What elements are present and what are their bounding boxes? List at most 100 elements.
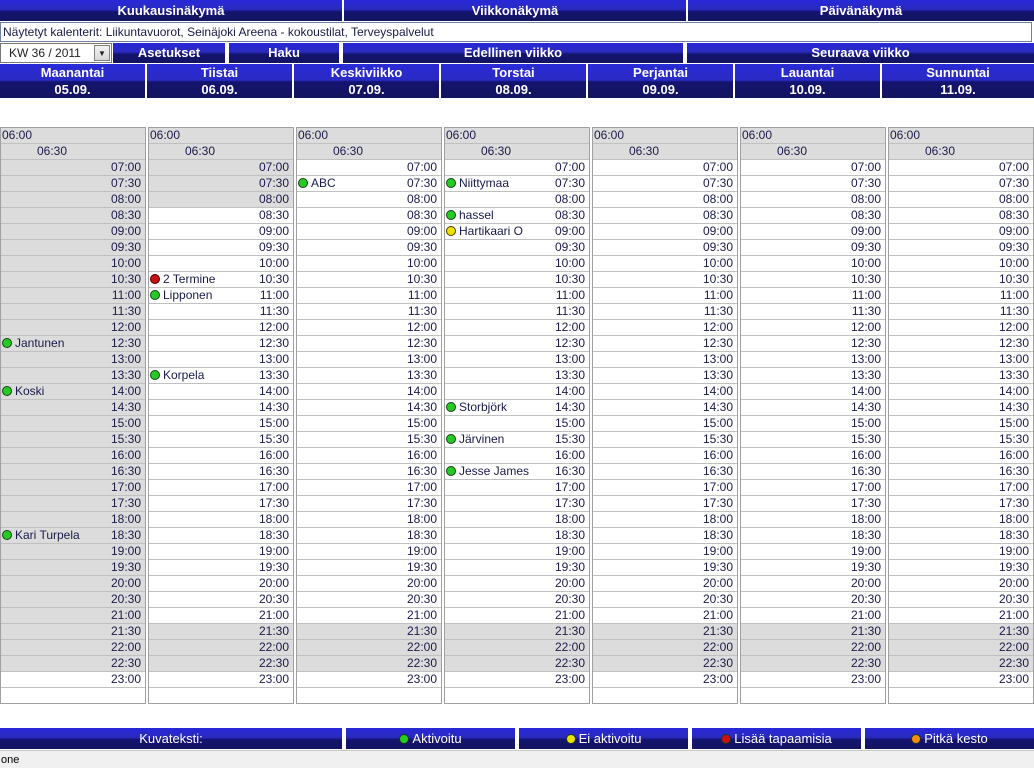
time-slot[interactable]: 13:00 xyxy=(889,352,1033,368)
time-slot[interactable]: 10:30 xyxy=(741,272,885,288)
time-slot[interactable]: 19:00 xyxy=(149,544,293,560)
time-slot[interactable]: 06:30 xyxy=(297,144,441,160)
time-slot[interactable]: 18:00 xyxy=(889,512,1033,528)
time-slot[interactable]: 13:30 xyxy=(889,368,1033,384)
time-slot[interactable]: 07:30 Niittymaa xyxy=(445,176,589,192)
time-slot[interactable]: 23:00 xyxy=(593,672,737,688)
calendar-event[interactable]: ABC xyxy=(298,176,336,191)
time-slot[interactable]: 07:30 xyxy=(593,176,737,192)
calendar-event[interactable]: Jesse James xyxy=(446,464,529,479)
time-slot[interactable]: 08:30 xyxy=(889,208,1033,224)
time-slot[interactable]: 11:30 xyxy=(149,304,293,320)
time-slot[interactable]: 16:00 xyxy=(297,448,441,464)
time-slot[interactable]: 10:30 xyxy=(593,272,737,288)
time-slot[interactable]: 13:30 Korpela xyxy=(149,368,293,384)
time-slot[interactable]: 10:00 xyxy=(1,256,145,272)
time-slot[interactable]: 15:00 xyxy=(149,416,293,432)
calendar-event[interactable]: Niittymaa xyxy=(446,176,509,191)
calendar-event[interactable]: hassel xyxy=(446,208,494,223)
time-slot[interactable]: 15:00 xyxy=(889,416,1033,432)
time-slot[interactable]: 09:00 xyxy=(741,224,885,240)
time-slot[interactable]: 20:30 xyxy=(1,592,145,608)
time-slot[interactable]: 08:30 xyxy=(741,208,885,224)
time-slot[interactable]: 06:00 xyxy=(889,128,1033,144)
time-slot[interactable]: 21:00 xyxy=(149,608,293,624)
time-slot[interactable]: 21:00 xyxy=(593,608,737,624)
time-slot[interactable]: 10:30 xyxy=(297,272,441,288)
time-slot[interactable]: 19:30 xyxy=(149,560,293,576)
time-slot[interactable]: 18:00 xyxy=(593,512,737,528)
week-select[interactable]: KW 36 / 2011 ▼ xyxy=(0,43,112,63)
time-slot[interactable]: 11:00 Lipponen xyxy=(149,288,293,304)
time-slot[interactable]: 14:00 xyxy=(149,384,293,400)
time-slot[interactable]: 16:30 xyxy=(297,464,441,480)
time-slot[interactable]: 23:00 xyxy=(1,672,145,688)
time-slot[interactable]: 19:30 xyxy=(445,560,589,576)
time-slot[interactable]: 20:30 xyxy=(741,592,885,608)
time-slot[interactable]: 07:00 xyxy=(297,160,441,176)
time-slot[interactable]: 14:30 xyxy=(889,400,1033,416)
time-slot[interactable]: 08:00 xyxy=(889,192,1033,208)
time-slot[interactable]: 23:00 xyxy=(445,672,589,688)
time-slot[interactable]: 15:30 xyxy=(1,432,145,448)
time-slot[interactable]: 19:30 xyxy=(297,560,441,576)
time-slot[interactable]: 22:30 xyxy=(149,656,293,672)
time-slot[interactable]: 14:00 xyxy=(297,384,441,400)
time-slot[interactable]: 09:30 xyxy=(1,240,145,256)
time-slot[interactable]: 12:30 xyxy=(149,336,293,352)
time-slot[interactable]: 21:00 xyxy=(741,608,885,624)
time-slot[interactable]: 18:30 xyxy=(445,528,589,544)
time-slot[interactable]: 17:00 xyxy=(445,480,589,496)
time-slot[interactable]: 06:00 xyxy=(593,128,737,144)
time-slot[interactable]: 06:00 xyxy=(297,128,441,144)
time-slot[interactable]: 11:30 xyxy=(593,304,737,320)
time-slot[interactable]: 15:30 xyxy=(889,432,1033,448)
time-slot[interactable]: 13:00 xyxy=(741,352,885,368)
time-slot[interactable]: 17:00 xyxy=(593,480,737,496)
time-slot[interactable]: 11:00 xyxy=(297,288,441,304)
time-slot[interactable]: 20:30 xyxy=(297,592,441,608)
time-slot[interactable]: 10:30 xyxy=(445,272,589,288)
day-header[interactable]: Torstai 08.09. xyxy=(441,64,586,98)
time-slot[interactable]: 22:30 xyxy=(445,656,589,672)
time-slot[interactable]: 12:00 xyxy=(741,320,885,336)
time-slot[interactable]: 18:30 xyxy=(297,528,441,544)
time-slot[interactable]: 13:30 xyxy=(741,368,885,384)
week-view-button[interactable]: Viikkonäkymä xyxy=(344,0,688,21)
time-slot[interactable]: 13:00 xyxy=(149,352,293,368)
time-slot[interactable]: 15:30 Järvinen xyxy=(445,432,589,448)
time-slot[interactable]: 23:00 xyxy=(149,672,293,688)
time-slot[interactable]: 14:00 xyxy=(445,384,589,400)
time-slot[interactable]: 08:30 xyxy=(1,208,145,224)
time-slot[interactable]: 23:00 xyxy=(297,672,441,688)
time-slot[interactable]: 20:00 xyxy=(889,576,1033,592)
calendar-event[interactable]: Koski xyxy=(2,384,44,399)
time-slot[interactable]: 13:00 xyxy=(297,352,441,368)
time-slot[interactable]: 15:30 xyxy=(149,432,293,448)
time-slot[interactable]: 19:00 xyxy=(593,544,737,560)
chevron-down-icon[interactable]: ▼ xyxy=(94,45,110,61)
time-slot[interactable]: 07:00 xyxy=(889,160,1033,176)
time-slot[interactable]: 10:00 xyxy=(445,256,589,272)
time-slot[interactable]: 18:30 xyxy=(741,528,885,544)
time-slot[interactable]: 17:00 xyxy=(889,480,1033,496)
time-slot[interactable]: 12:00 xyxy=(445,320,589,336)
time-slot[interactable]: 08:00 xyxy=(741,192,885,208)
time-slot[interactable]: 13:30 xyxy=(1,368,145,384)
time-slot[interactable]: 22:30 xyxy=(889,656,1033,672)
time-slot[interactable]: 22:30 xyxy=(593,656,737,672)
time-slot[interactable]: 11:30 xyxy=(445,304,589,320)
time-slot[interactable]: 16:30 xyxy=(593,464,737,480)
time-slot[interactable]: 16:30 xyxy=(149,464,293,480)
time-slot[interactable]: 07:30 xyxy=(889,176,1033,192)
time-slot[interactable]: 09:00 xyxy=(297,224,441,240)
calendar-event[interactable]: Järvinen xyxy=(446,432,504,447)
time-slot[interactable]: 12:00 xyxy=(149,320,293,336)
time-slot[interactable]: 10:00 xyxy=(593,256,737,272)
time-slot[interactable]: 21:30 xyxy=(149,624,293,640)
previous-week-button[interactable]: Edellinen viikko xyxy=(343,43,685,63)
time-slot[interactable]: 18:30 xyxy=(889,528,1033,544)
time-slot[interactable]: 17:00 xyxy=(297,480,441,496)
time-slot[interactable]: 11:00 xyxy=(741,288,885,304)
time-slot[interactable]: 17:30 xyxy=(445,496,589,512)
